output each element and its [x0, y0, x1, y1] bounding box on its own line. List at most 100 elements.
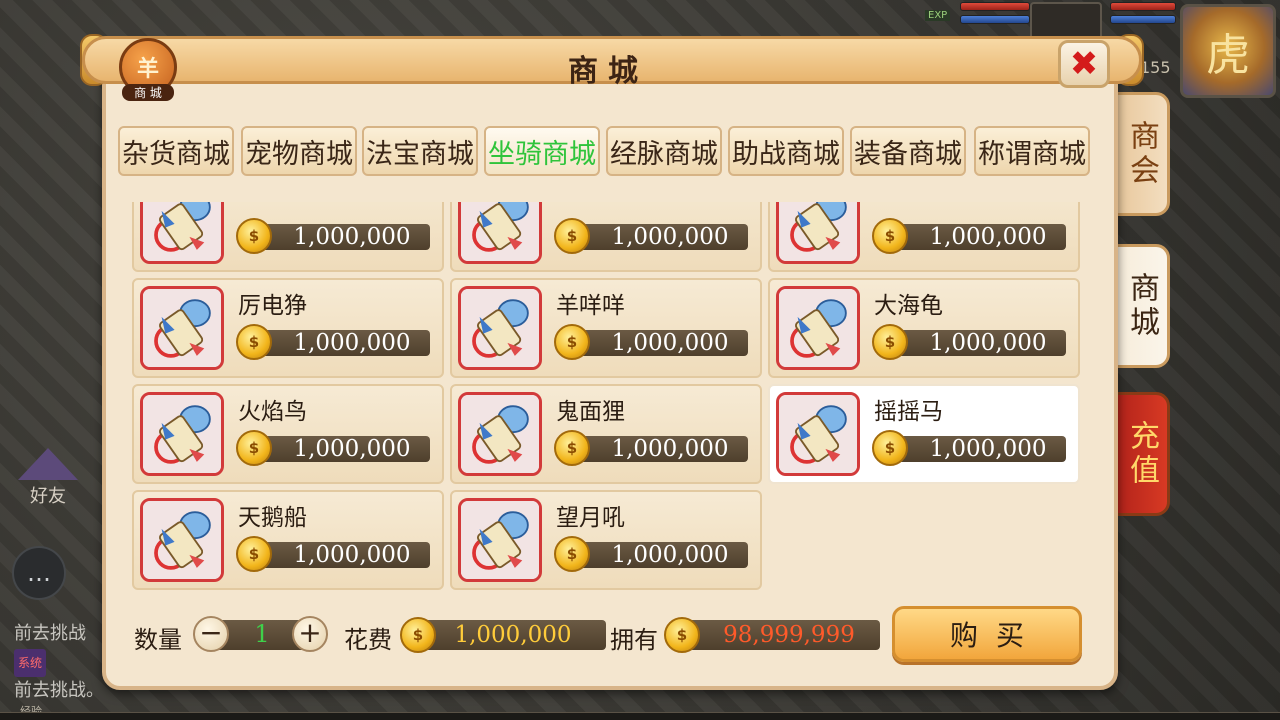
item-grid[interactable]: 1,000,000 $1,000,000 $1,000,000 $ 厉电狰 1,000,0…	[132, 202, 1082, 592]
item-thumbnail	[458, 202, 542, 264]
mount-scroll-icon	[461, 501, 539, 579]
item-card[interactable]: 火焰鸟 1,000,000 $	[132, 384, 444, 484]
item-card[interactable]: 1,000,000 $	[132, 202, 444, 272]
item-thumbnail	[458, 498, 542, 582]
item-name: 厉电狰	[238, 293, 307, 319]
item-card[interactable]: 1,000,000 $	[450, 202, 762, 272]
tab-titles[interactable]: 称谓商城	[974, 126, 1090, 176]
coin-icon: $	[236, 430, 272, 466]
hp-bar	[960, 2, 1030, 11]
tab-mall[interactable]: 商城	[1112, 244, 1170, 368]
item-card[interactable]: 摇摇马 1,000,000 $	[768, 384, 1080, 484]
cost-value: 1,000,000	[454, 622, 572, 648]
tab-trade-guild[interactable]: 商会	[1112, 92, 1170, 216]
coin-icon: $	[554, 536, 590, 572]
mount-scroll-icon	[461, 289, 539, 367]
mount-scroll-icon	[143, 202, 221, 261]
coin-icon: $	[554, 430, 590, 466]
item-price: 1,000,000	[293, 542, 411, 568]
tab-assist[interactable]: 助战商城	[728, 126, 844, 176]
mount-scroll-icon	[461, 202, 539, 261]
item-thumbnail	[140, 286, 224, 370]
coin-icon: $	[554, 218, 590, 254]
item-price: 1,000,000	[293, 330, 411, 356]
tab-grocery[interactable]: 杂货商城	[118, 126, 234, 176]
item-name: 望月吼	[556, 505, 625, 531]
item-card[interactable]: 大海龟 1,000,000 $	[768, 278, 1080, 378]
item-name: 大海龟	[874, 293, 943, 319]
shop-bag-icon: 羊 商 城	[114, 38, 184, 102]
mount-scroll-icon	[143, 501, 221, 579]
item-card[interactable]: 1,000,000 $	[768, 202, 1080, 272]
item-price: 1,000,000	[611, 330, 729, 356]
item-price: 1,000,000	[611, 224, 729, 250]
item-card[interactable]: 望月吼 1,000,000 $	[450, 490, 762, 590]
exp-tag: EXP	[925, 10, 951, 21]
chat-icon[interactable]: …	[12, 546, 66, 600]
owned-label: 拥有	[610, 626, 658, 654]
item-card[interactable]: 羊咩咩 1,000,000 $	[450, 278, 762, 378]
coin-icon: $	[236, 218, 272, 254]
friends-label: 好友	[30, 486, 66, 507]
item-name: 摇摇马	[874, 399, 943, 425]
item-thumbnail	[776, 286, 860, 370]
item-name: 火焰鸟	[238, 399, 307, 425]
owned-value: 98,999,999	[723, 622, 855, 648]
coin-icon: $	[872, 218, 908, 254]
mount-scroll-icon	[779, 202, 857, 261]
item-price: 1,000,000	[929, 330, 1047, 356]
item-price: 1,000,000	[611, 542, 729, 568]
exp-bar	[0, 712, 1280, 720]
item-price: 1,000,000	[611, 436, 729, 462]
tab-equipment[interactable]: 装备商城	[850, 126, 966, 176]
item-thumbnail	[140, 498, 224, 582]
item-thumbnail	[776, 392, 860, 476]
dialog-title: 商城	[568, 54, 648, 89]
item-price: 1,000,000	[929, 436, 1047, 462]
close-button[interactable]: ✖	[1058, 40, 1110, 88]
cost-label: 花费	[344, 626, 392, 654]
coin-icon: $	[664, 617, 700, 653]
item-card[interactable]: 厉电狰 1,000,000 $	[132, 278, 444, 378]
tab-meridians[interactable]: 经脉商城	[606, 126, 722, 176]
coin-icon: $	[872, 430, 908, 466]
buy-button[interactable]: 购买	[892, 606, 1082, 662]
tab-treasures[interactable]: 法宝商城	[362, 126, 478, 176]
mount-scroll-icon	[143, 395, 221, 473]
item-card[interactable]: 天鹅船 1,000,000 $	[132, 490, 444, 590]
item-thumbnail	[458, 392, 542, 476]
player-avatar[interactable]: 虎	[1180, 4, 1276, 98]
tab-recharge[interactable]: 充值	[1112, 392, 1170, 516]
item-price: 1,000,000	[293, 224, 411, 250]
system-tag: 系统	[14, 649, 47, 677]
tab-mounts[interactable]: 坐骑商城	[484, 126, 600, 176]
item-name: 羊咩咩	[556, 293, 625, 319]
item-price: 1,000,000	[293, 436, 411, 462]
mount-scroll-icon	[779, 395, 857, 473]
chat-line: 前去挑战。	[14, 680, 104, 701]
skill-slot[interactable]	[1030, 2, 1102, 40]
mount-scroll-icon	[461, 395, 539, 473]
coin-icon: $	[236, 536, 272, 572]
shop-icon-label: 商 城	[122, 84, 174, 101]
quantity-plus-button[interactable]: +	[292, 616, 328, 652]
friends-button[interactable]: 好友	[12, 448, 84, 520]
coin-icon: $	[872, 324, 908, 360]
quantity-minus-button[interactable]: −	[193, 616, 229, 652]
item-card[interactable]: 鬼面狸 1,000,000 $	[450, 384, 762, 484]
status-bars	[960, 2, 1030, 28]
category-tabs: 杂货商城 宠物商城 法宝商城 坐骑商城 经脉商城 助战商城 装备商城 称谓商城	[118, 126, 1092, 178]
item-name: 鬼面狸	[556, 399, 625, 425]
level-text: 155	[1140, 58, 1171, 77]
coin-icon: $	[400, 617, 436, 653]
chat-log: 前去挑战 系统 前去挑战。	[14, 620, 114, 705]
coin-icon: $	[554, 324, 590, 360]
chat-line: 前去挑战	[14, 623, 86, 644]
quantity-label: 数量	[134, 626, 182, 654]
item-thumbnail	[140, 202, 224, 264]
quantity-value[interactable]: 1	[232, 620, 292, 648]
tab-pets[interactable]: 宠物商城	[241, 126, 357, 176]
item-thumbnail	[140, 392, 224, 476]
item-name: 天鹅船	[238, 505, 307, 531]
item-price: 1,000,000	[929, 224, 1047, 250]
